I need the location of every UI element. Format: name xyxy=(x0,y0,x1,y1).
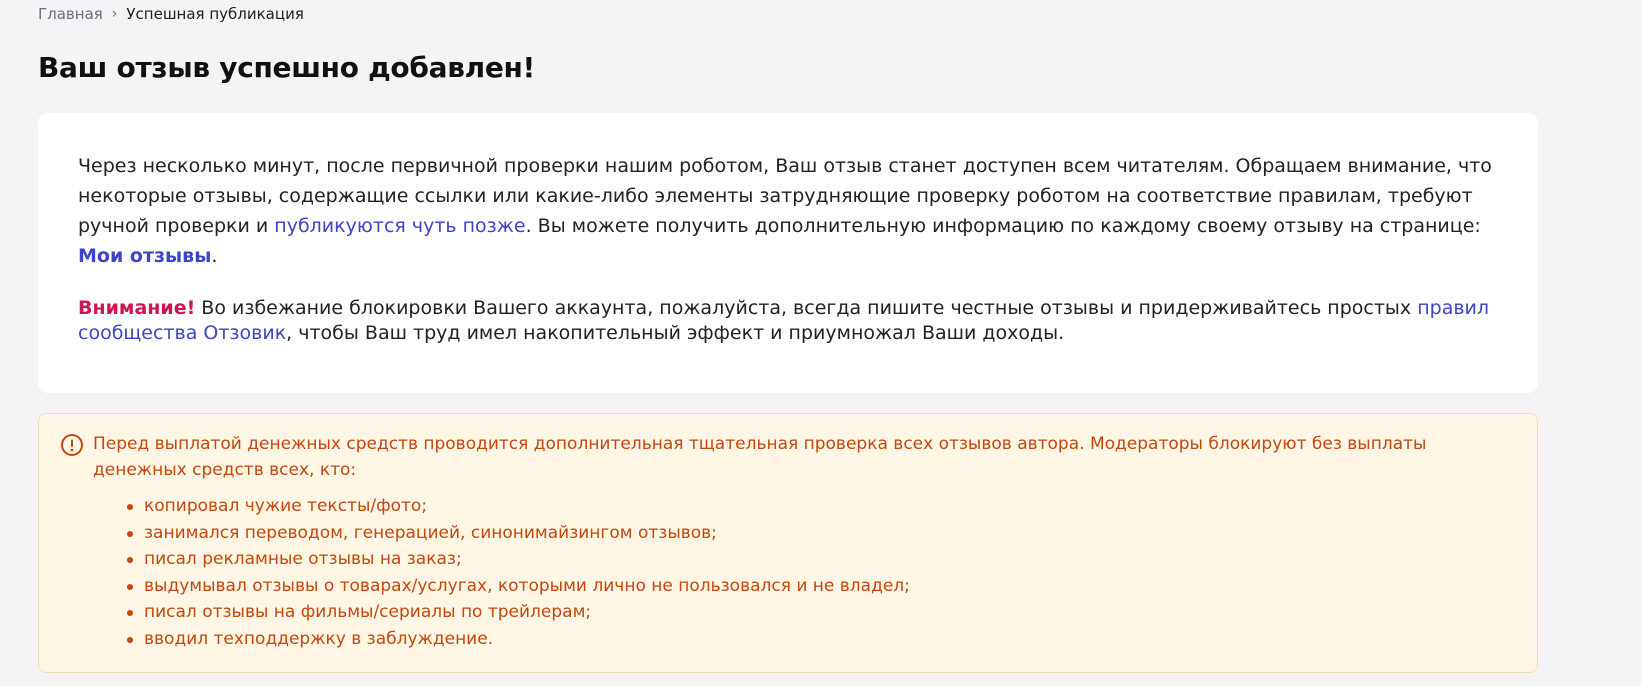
page: Главная › Успешная публикация Ваш отзыв … xyxy=(0,0,1642,686)
attention-label: Внимание! xyxy=(78,297,196,319)
warning-list: копировал чужие тексты/фото; занимался п… xyxy=(60,493,1507,652)
warning-list-item: выдумывал отзывы о товарах/услугах, кото… xyxy=(127,573,1507,600)
info-text-3: . xyxy=(211,245,218,267)
info-text-2: . Вы можете получить дополнительную инфо… xyxy=(525,215,1481,237)
breadcrumb-home-link[interactable]: Главная xyxy=(38,4,103,24)
notice-paragraph: Внимание! Во избежание блокировки Вашего… xyxy=(78,296,1500,346)
warning-list-item: копировал чужие тексты/фото; xyxy=(127,493,1507,520)
warning-text: Перед выплатой денежных средств проводит… xyxy=(93,434,1427,480)
info-card: Через несколько минут, после первичной п… xyxy=(38,113,1538,393)
info-paragraph: Через несколько минут, после первичной п… xyxy=(78,151,1500,271)
notice-text-1: Во избежание блокировки Вашего аккаунта,… xyxy=(195,297,1418,319)
exclamation-circle-icon xyxy=(61,434,83,456)
warning-list-item: занимался переводом, генерацией, синоним… xyxy=(127,520,1507,547)
breadcrumb: Главная › Успешная публикация xyxy=(38,4,304,24)
page-title: Ваш отзыв успешно добавлен! xyxy=(38,51,536,84)
breadcrumb-current: Успешная публикация xyxy=(126,5,304,23)
warning-header: Перед выплатой денежных средств проводит… xyxy=(60,431,1507,483)
my-reviews-link[interactable]: Мои отзывы xyxy=(78,245,211,267)
published-later-link[interactable]: публикуются чуть позже xyxy=(274,215,525,237)
breadcrumb-separator: › xyxy=(111,6,118,22)
notice-text-2: , чтобы Ваш труд имел накопительный эффе… xyxy=(286,322,1065,344)
warning-list-item: вводил техподдержку в заблуждение. xyxy=(127,626,1507,653)
warning-list-item: писал рекламные отзывы на заказ; xyxy=(127,546,1507,573)
warning-list-item: писал отзывы на фильмы/сериалы по трейле… xyxy=(127,599,1507,626)
warning-box: Перед выплатой денежных средств проводит… xyxy=(38,413,1538,673)
